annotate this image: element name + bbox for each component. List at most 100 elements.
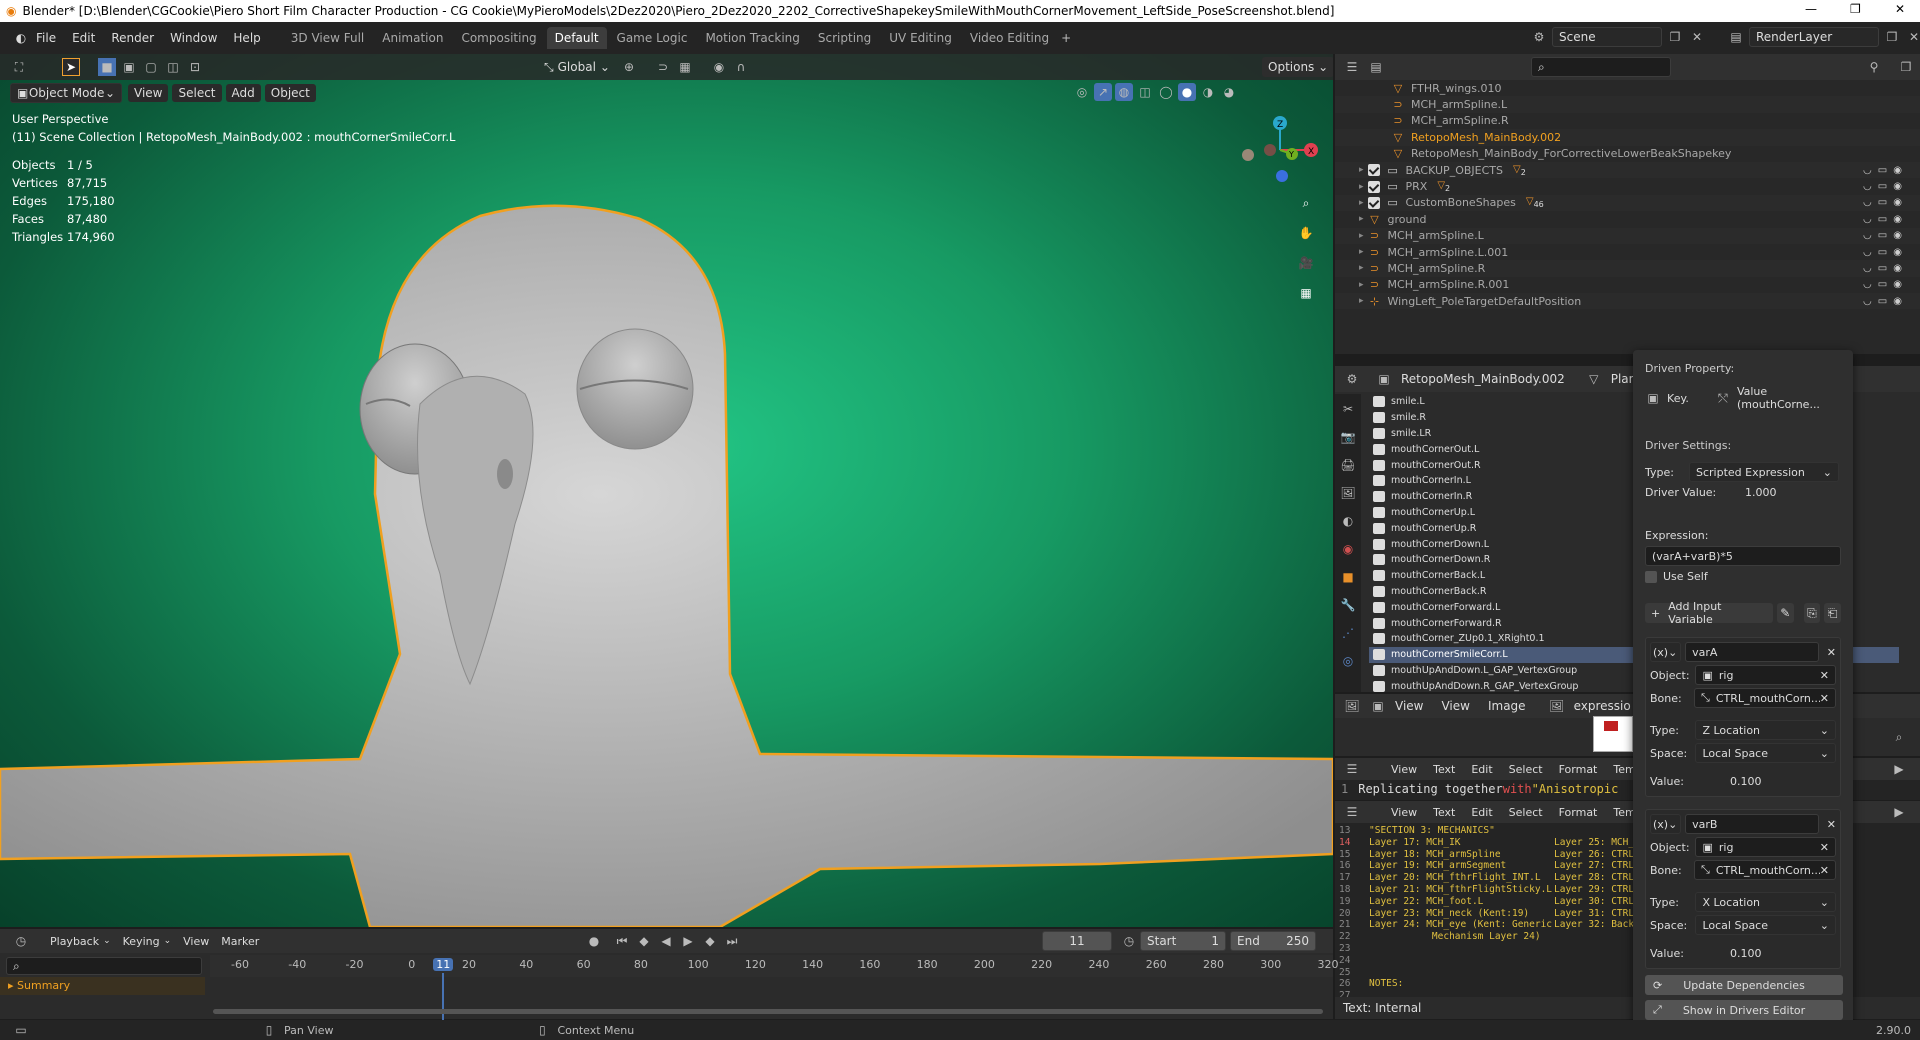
physics-tab-icon[interactable]: ◎ [1339, 652, 1357, 670]
driver-type-dropdown[interactable]: Scripted Expression ⌄ [1689, 462, 1839, 482]
hide-toggle-icon[interactable]: ◡ [1863, 165, 1872, 176]
object-field[interactable]: ▣ rig ✕ [1695, 665, 1836, 685]
hide-toggle-icon[interactable]: ◡ [1863, 279, 1872, 290]
outliner-row[interactable]: ▸ ⊃ MCH_armSpline.L.001 ◡ ▭ ◉ [1335, 244, 1920, 260]
next-keyframe-icon[interactable]: ◆ [701, 932, 719, 950]
render-toggle-icon[interactable]: ◉ [1893, 214, 1902, 225]
text-editor-icon-2[interactable]: ☰ [1343, 803, 1361, 821]
timeline-menu-playback[interactable]: Playback [50, 935, 99, 948]
modifier-tab-icon[interactable]: 🔧 [1339, 596, 1357, 614]
jump-end-icon[interactable]: ⏭ [723, 932, 741, 950]
timeline-menu-marker[interactable]: Marker [221, 935, 259, 948]
transform-space-dropdown[interactable]: Local Space ⌄ [1695, 915, 1836, 935]
timeline-menu-keying[interactable]: Keying [123, 935, 160, 948]
delete-render-layer-icon[interactable]: ✕ [1905, 28, 1920, 46]
hide-toggle-icon[interactable]: ◡ [1863, 214, 1872, 225]
object-field[interactable]: ▣ rig ✕ [1695, 837, 1836, 857]
outliner-row[interactable]: ⊃ MCH_armSpline.R [1335, 113, 1920, 129]
hide-toggle-icon[interactable]: ◡ [1863, 247, 1872, 258]
workspace-tab-game-logic[interactable]: Game Logic [609, 27, 696, 49]
expand-arrow-icon[interactable]: ▸ [1359, 198, 1364, 208]
delete-scene-icon[interactable]: ✕ [1688, 28, 1706, 46]
prev-keyframe-icon[interactable]: ◆ [635, 932, 653, 950]
new-collection-icon[interactable]: ❐ [1897, 58, 1915, 76]
run-script-icon-2[interactable]: ▶ [1890, 803, 1908, 821]
remove-variable-icon[interactable]: ✕ [1827, 646, 1836, 659]
text-menu-view[interactable]: View [1391, 763, 1417, 776]
maximize-button[interactable]: ❐ [1850, 2, 1861, 16]
render-toggle-icon[interactable]: ◉ [1893, 230, 1902, 241]
collection-checkbox[interactable] [1367, 164, 1380, 177]
use-self-checkbox[interactable] [1645, 570, 1657, 583]
bone-field[interactable]: ⤡ CTRL_mouthCorn... ✕ [1694, 688, 1836, 708]
outliner-row[interactable]: ▸ ▭ BACKUP_OBJECTS ▽2 ◡ ▭ ◉ [1335, 161, 1920, 179]
scene-icon[interactable]: ⚙ [1530, 28, 1548, 46]
outliner-row[interactable]: ▸ ▭ PRX ▽2 ◡ ▭ ◉ [1335, 178, 1920, 194]
collection-checkbox[interactable] [1367, 180, 1380, 193]
outliner-row[interactable]: ▸ ⊃ MCH_armSpline.R.001 ◡ ▭ ◉ [1335, 277, 1920, 293]
outliner-row[interactable]: ▸ ▭ CustomBoneShapes ▽46 ◡ ▭ ◉ [1335, 194, 1920, 212]
variable-name-field[interactable]: varA [1685, 642, 1819, 662]
workspace-tab-video-editing[interactable]: Video Editing [962, 27, 1057, 49]
preview-range-icon[interactable]: ◷ [1120, 932, 1138, 950]
minimize-button[interactable]: — [1805, 2, 1817, 16]
current-frame-marker[interactable]: 11 [433, 958, 454, 971]
clear-icon[interactable]: ✕ [1820, 864, 1829, 877]
output-tab-icon[interactable]: 🖨 [1339, 456, 1357, 474]
expand-arrow-icon[interactable]: ▸ [1359, 214, 1364, 224]
render-toggle-icon[interactable]: ◉ [1893, 181, 1902, 192]
outliner-editor-icon[interactable]: ☰ [1343, 58, 1361, 76]
outliner-search[interactable]: ⌕ [1531, 57, 1671, 77]
viewport-toggle-icon[interactable]: ▭ [1878, 263, 1887, 274]
dropdown-arrow-icon[interactable]: ⌄ [1820, 724, 1829, 737]
display-mode-icon[interactable]: ▤ [1367, 58, 1385, 76]
timeline-search[interactable]: ⌕ [6, 957, 202, 975]
expand-arrow-icon[interactable]: ▸ [1359, 247, 1364, 257]
filter-icon[interactable]: ⚲ [1865, 58, 1883, 76]
workspace-tab-default[interactable]: Default [546, 27, 607, 49]
current-frame-field[interactable]: 11 [1042, 931, 1112, 951]
workspace-tab-animation[interactable]: Animation [374, 27, 451, 49]
close-window-button[interactable]: ✕ [1895, 2, 1905, 16]
timeline-scrollbar[interactable] [213, 1009, 1323, 1014]
menu-render[interactable]: Render [111, 31, 154, 45]
workspace-tab-scripting[interactable]: Scripting [810, 27, 879, 49]
workspace-tab-compositing[interactable]: Compositing [453, 27, 544, 49]
render-layer-icon[interactable]: ▤ [1727, 28, 1745, 46]
record-icon[interactable]: ● [585, 932, 603, 950]
tool-tab-icon[interactable]: ✂ [1339, 400, 1357, 418]
menu-edit[interactable]: Edit [72, 31, 95, 45]
text-menu-edit[interactable]: Edit [1471, 763, 1492, 776]
bird-model[interactable] [0, 54, 1333, 927]
add-workspace-icon[interactable]: + [1057, 29, 1075, 47]
dropdown-arrow-icon[interactable]: ⌄ [1820, 896, 1829, 909]
new-scene-icon[interactable]: ❐ [1666, 28, 1684, 46]
viewport-toggle-icon[interactable]: ▭ [1878, 230, 1887, 241]
text-editor-icon[interactable]: ☰ [1343, 760, 1361, 778]
add-input-variable-button[interactable]: + Add Input Variable [1645, 600, 1773, 626]
collection-checkbox[interactable] [1367, 196, 1380, 209]
remove-variable-icon[interactable]: ✕ [1827, 818, 1836, 831]
workspace-tab-3d-view-full[interactable]: 3D View Full [283, 27, 373, 49]
outliner-row[interactable]: ▸ ⊃ MCH_armSpline.L ◡ ▭ ◉ [1335, 227, 1920, 244]
update-dependencies-button[interactable]: ⟳ Update Dependencies [1645, 975, 1843, 995]
image-view-menu-2[interactable]: View [1441, 699, 1469, 713]
expand-arrow-icon[interactable]: ▸ [1359, 296, 1364, 306]
viewport-toggle-icon[interactable]: ▭ [1878, 214, 1887, 225]
transform-type-dropdown[interactable]: X Location ⌄ [1695, 892, 1836, 912]
text-menu-format[interactable]: Format [1559, 763, 1598, 776]
hide-toggle-icon[interactable]: ◡ [1863, 263, 1872, 274]
text-menu-edit[interactable]: Edit [1471, 806, 1492, 819]
outliner-row[interactable]: ⊃ MCH_armSpline.L [1335, 96, 1920, 113]
viewport-toggle-icon[interactable]: ▭ [1878, 296, 1887, 307]
playhead-line[interactable] [442, 973, 445, 1023]
image-editor-icon[interactable]: 🖼 [1343, 697, 1361, 715]
text-menu-format[interactable]: Format [1559, 806, 1598, 819]
object-tab-icon[interactable]: ■ [1339, 568, 1357, 586]
variable-type-dropdown[interactable]: (x)⌄ [1650, 642, 1682, 662]
expand-arrow-icon[interactable]: ▸ [1359, 231, 1364, 241]
jump-start-icon[interactable]: ⏮ [613, 932, 631, 950]
text-menu-select[interactable]: Select [1509, 806, 1543, 819]
transform-space-dropdown[interactable]: Local Space ⌄ [1695, 743, 1836, 763]
render-tab-icon[interactable]: 📷 [1339, 428, 1357, 446]
